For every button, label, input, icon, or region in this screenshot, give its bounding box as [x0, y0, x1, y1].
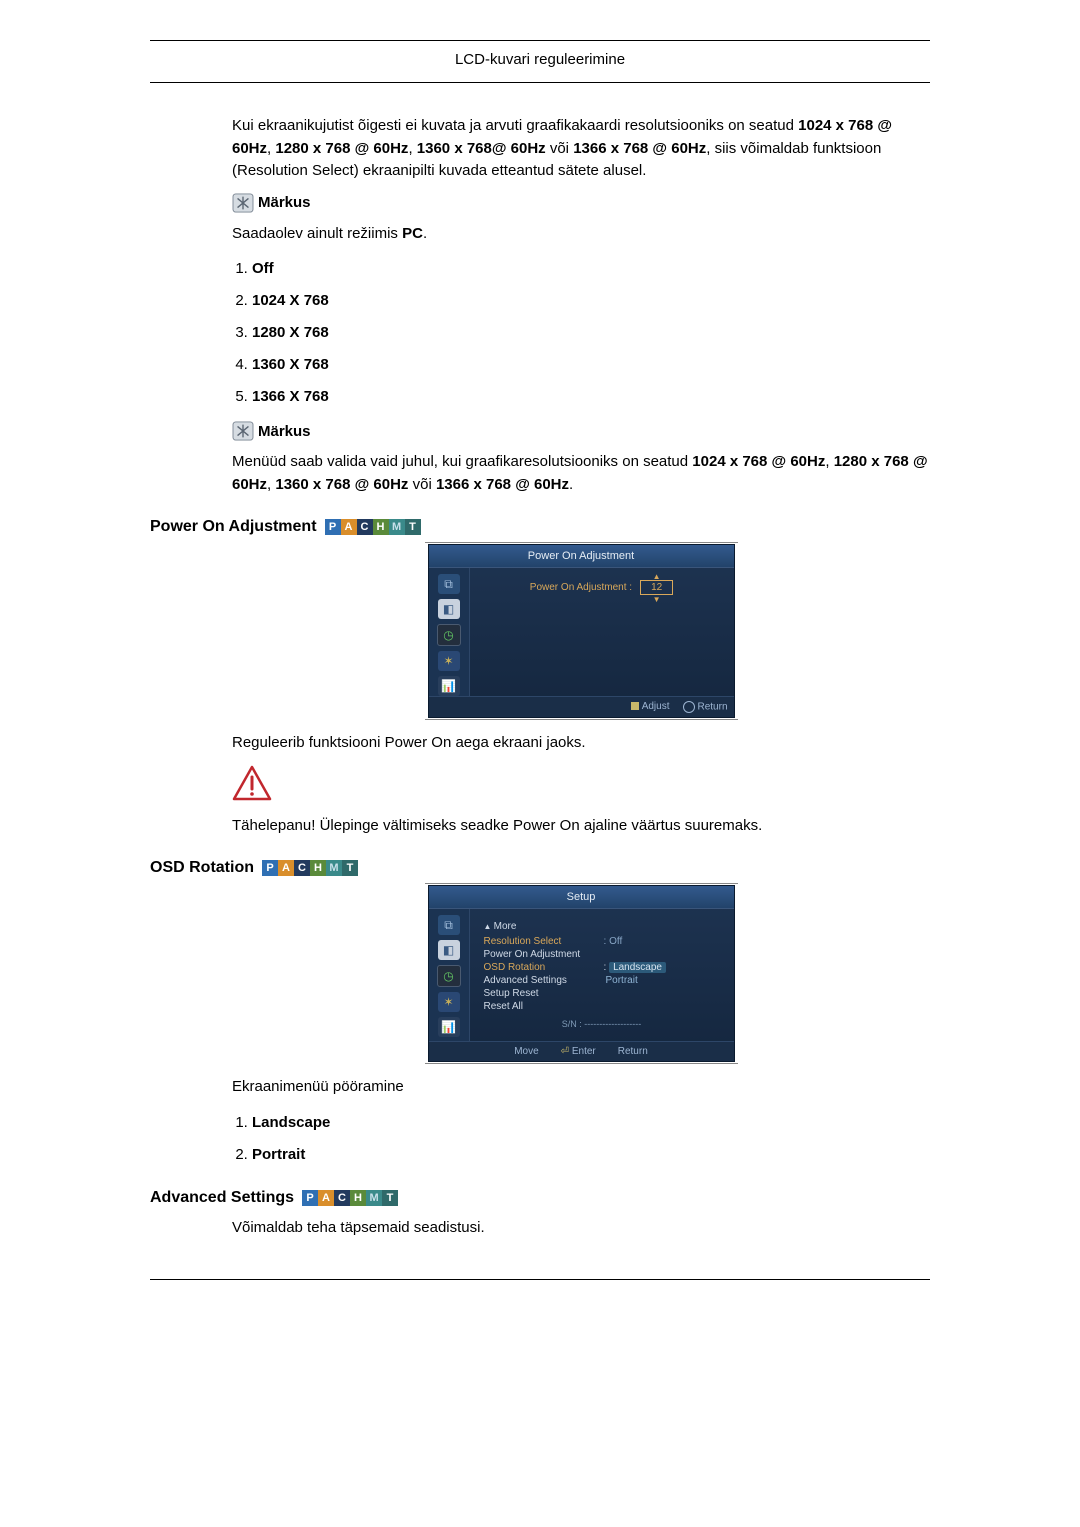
mode-p-icon: P [302, 1190, 318, 1206]
note-row-1: Märkus [232, 193, 930, 213]
setup-item: Reset All [484, 1001, 604, 1012]
osd-title: Power On Adjustment [429, 545, 734, 568]
mode-t-icon: T [382, 1190, 398, 1206]
mode-a-icon: A [278, 860, 294, 876]
poa-desc: Reguleerib funktsiooni Power On aega ekr… [232, 732, 930, 755]
mode-p-icon: P [262, 860, 278, 876]
setup-menu-list: More Resolution Select: Off Power On Adj… [484, 921, 720, 1029]
osd-side-icon: ◧ [438, 940, 460, 960]
note2-text: Menüüd saab valida vaid juhul, kui graaf… [232, 451, 930, 496]
mode-t-icon: T [405, 519, 421, 535]
setup-item: Power On Adjustment [484, 949, 604, 960]
osd-side-icon: ✶ [438, 651, 460, 671]
poa-heading: Power On Adjustment P A C H M T [150, 518, 930, 536]
mode-a-icon: A [318, 1190, 334, 1206]
note-label: Märkus [258, 194, 311, 211]
res-opt-2: 1024 X 768 [252, 292, 329, 309]
osdr-heading: OSD Rotation P A C H M T [150, 859, 930, 877]
osdr-options-list: Landscape Portrait [232, 1111, 930, 1167]
osd-sidebar: ⧉ ◧ ◷ ✶ 📊 [429, 568, 470, 696]
setup-item: OSD Rotation [484, 962, 604, 973]
setup-item: Setup Reset [484, 988, 604, 999]
mode-a-icon: A [341, 519, 357, 535]
osd-side-icon: ◷ [437, 965, 461, 987]
serial-number-row: S/N : ------------------- [484, 1019, 720, 1029]
note-row-2: Märkus [232, 421, 930, 441]
mode-h-icon: H [373, 519, 389, 535]
osd-side-icon: ⧉ [438, 915, 460, 935]
res-opt-5: 1366 X 768 [252, 388, 329, 405]
res-opt-4: 1360 X 768 [252, 356, 329, 373]
mode-p-icon: P [325, 519, 341, 535]
note1-text: Saadaolev ainult režiimis PC. [232, 223, 930, 246]
mode-c-icon: C [294, 860, 310, 876]
note-icon [232, 193, 254, 213]
mode-m-icon: M [389, 519, 405, 535]
osdr-opt-2: Portrait [252, 1146, 305, 1163]
adv-desc: Võimaldab teha täpsemaid seadistusi. [232, 1217, 930, 1240]
osd-side-icon: ⧉ [438, 574, 460, 594]
setup-item: Advanced Settings [484, 975, 604, 986]
mode-badges: P A C H M T [325, 519, 421, 535]
mode-c-icon: C [357, 519, 373, 535]
mode-t-icon: T [342, 860, 358, 876]
mode-badges: P A C H M T [302, 1190, 398, 1206]
note-label: Märkus [258, 423, 311, 440]
osd-side-icon: 📊 [438, 676, 460, 696]
osd-side-icon: 📊 [438, 1017, 460, 1037]
poa-field-label: Power On Adjustment : [530, 582, 632, 593]
note-icon [232, 421, 254, 441]
osdr-osd-screenshot: Setup ⧉ ◧ ◷ ✶ 📊 More Resolution Select: … [428, 885, 735, 1062]
osd-footer: Adjust Return [429, 696, 734, 717]
osd-footer: Move ⏎ Enter Return [429, 1041, 734, 1061]
osdr-desc: Ekraanimenüü pööramine [232, 1076, 930, 1099]
adv-heading: Advanced Settings P A C H M T [150, 1189, 930, 1207]
osd-title: Setup [429, 886, 734, 909]
resolution-options-list: Off 1024 X 768 1280 X 768 1360 X 768 136… [232, 257, 930, 409]
warning-icon [232, 765, 930, 805]
res-opt-1: Off [252, 260, 274, 277]
osd-sidebar: ⧉ ◧ ◷ ✶ 📊 [429, 909, 470, 1041]
mode-h-icon: H [310, 860, 326, 876]
page-header: LCD-kuvari reguleerimine [150, 47, 930, 83]
poa-value-box: ▲ 12 ▼ [640, 580, 673, 595]
osdr-opt-1: Landscape [252, 1114, 330, 1131]
poa-warning-text: Tähelepanu! Ülepinge vältimiseks seadke … [232, 815, 930, 838]
more-row: More [484, 921, 720, 932]
poa-osd-screenshot: Power On Adjustment ⧉ ◧ ◷ ✶ 📊 Power On A… [428, 544, 735, 718]
mode-badges: P A C H M T [262, 860, 358, 876]
mode-h-icon: H [350, 1190, 366, 1206]
intro-paragraph: Kui ekraanikujutist õigesti ei kuvata ja… [232, 115, 930, 183]
mode-m-icon: M [326, 860, 342, 876]
mode-m-icon: M [366, 1190, 382, 1206]
setup-item: Resolution Select [484, 936, 604, 947]
osd-side-icon: ◷ [437, 624, 461, 646]
osd-side-icon: ◧ [438, 599, 460, 619]
res-opt-3: 1280 X 768 [252, 324, 329, 341]
mode-c-icon: C [334, 1190, 350, 1206]
osd-side-icon: ✶ [438, 992, 460, 1012]
